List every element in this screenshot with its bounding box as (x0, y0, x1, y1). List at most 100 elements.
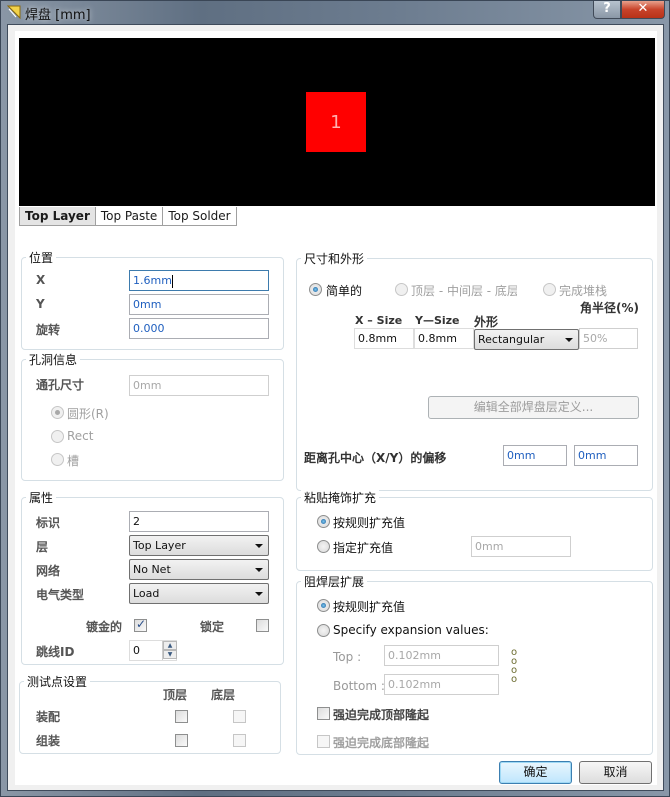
solder-rule-label: 按规则扩充值 (333, 600, 406, 614)
assy-bottom-checkbox[interactable] (233, 734, 246, 747)
paste-mask-title: 粘贴掩饰扩充 (301, 489, 380, 506)
force-top-tent-label: 强迫完成顶部隆起 (333, 708, 430, 722)
designator-input[interactable]: 2 (129, 511, 269, 532)
offset-y-input[interactable]: 0mm (574, 445, 638, 466)
locked-label: 锁定 (200, 620, 225, 634)
corner-radius-input[interactable]: 50% (579, 328, 638, 349)
title-bar[interactable]: 焊盘 [mm] ? ✕ (1, 1, 669, 23)
solder-top-input[interactable]: 0.102mm (384, 645, 499, 666)
close-button[interactable]: ✕ (621, 1, 665, 19)
solder-bottom-label: Bottom : (333, 679, 385, 693)
corner-radius-label: 角半径(%) (580, 301, 639, 315)
solder-bottom-input[interactable]: 0.102mm (384, 674, 499, 695)
ysize-input[interactable]: 0.8mm (414, 328, 474, 349)
force-top-tent-checkbox[interactable] (317, 707, 330, 720)
full-stack-radio[interactable] (543, 283, 556, 296)
fab-top-checkbox[interactable] (175, 710, 188, 723)
solder-top-label: Top : (333, 650, 362, 664)
hole-size-input[interactable]: 0mm (129, 375, 269, 396)
plated-checkbox[interactable] (134, 617, 147, 632)
net-label: 网络 (36, 564, 61, 578)
shape-header: 外形 (474, 315, 499, 329)
solder-specify-label: Specify expansion values: (333, 623, 489, 637)
paste-specify-radio[interactable] (317, 540, 330, 553)
ok-button[interactable]: 确定 (499, 761, 572, 784)
size-shape-title: 尺寸和外形 (301, 250, 368, 267)
jumper-id-spinner[interactable]: ▲ ▼ (162, 641, 177, 660)
paste-rule-label: 按规则扩充值 (333, 516, 406, 530)
edit-pad-layers-button[interactable]: 编辑全部焊盘层定义... (428, 396, 639, 419)
link-chain-icon[interactable]: oooo (509, 648, 519, 685)
hole-slot-radio[interactable] (51, 453, 64, 466)
force-bottom-tent-checkbox[interactable] (317, 735, 330, 748)
dialog-client: 1 Top Layer Top Paste Top Solder 位置 X 1.… (7, 24, 664, 791)
hole-offset-label: 距离孔中心（X/Y）的偏移 (304, 451, 447, 465)
solder-mask-group: 阻焊层扩展 按规则扩充值 Specify expansion values: T… (296, 573, 653, 755)
force-bottom-tent-label: 强迫完成底部隆起 (333, 736, 430, 750)
testpoint-fab-label: 装配 (36, 710, 61, 724)
assy-top-checkbox[interactable] (175, 734, 188, 747)
top-mid-bottom-label: 顶层 - 中间层 - 底层 (411, 284, 517, 298)
testpoint-bottom-header: 底层 (211, 688, 236, 702)
testpoint-assy-label: 组装 (36, 734, 61, 748)
paste-mask-group: 粘贴掩饰扩充 按规则扩充值 指定扩充值 0mm (296, 489, 653, 571)
hole-slot-label: 槽 (67, 454, 80, 468)
chevron-down-icon (255, 592, 263, 596)
tab-top-solder[interactable]: Top Solder (162, 207, 237, 226)
chevron-down-icon (565, 338, 573, 342)
hole-rect-label: Rect (67, 429, 94, 443)
plated-label: 镀金的 (86, 620, 123, 634)
pad-number: 1 (330, 111, 342, 133)
properties-group: 属性 标识 2 层 Top Layer 网络 No Net 电气类型 Load … (21, 489, 284, 665)
shape-select[interactable]: Rectangular (474, 329, 579, 350)
full-stack-label: 完成堆栈 (559, 284, 608, 298)
location-title: 位置 (26, 249, 57, 266)
hole-info-group: 孔洞信息 通孔尺寸 0mm 圆形(R) Rect 槽 (21, 351, 284, 481)
hole-round-label: 圆形(R) (67, 407, 109, 421)
fab-bottom-checkbox[interactable] (233, 710, 246, 723)
pad-dialog-window: 焊盘 [mm] ? ✕ 1 Top Layer Top Paste Top So… (0, 0, 670, 797)
layer-select[interactable]: Top Layer (129, 535, 269, 556)
designator-label: 标识 (36, 516, 61, 530)
solder-specify-radio[interactable] (317, 624, 330, 637)
properties-title: 属性 (26, 489, 57, 506)
x-label: X (36, 273, 46, 287)
electrical-type-label: 电气类型 (36, 588, 85, 602)
ysize-header: Y—Size (415, 314, 460, 327)
pad-shape: 1 (306, 92, 366, 152)
chevron-down-icon (255, 568, 263, 572)
net-select[interactable]: No Net (129, 559, 269, 580)
offset-x-input[interactable]: 0mm (503, 445, 567, 466)
spin-up-icon: ▲ (163, 641, 177, 650)
x-input[interactable]: 1.6mm (129, 270, 269, 291)
y-input[interactable]: 0mm (129, 294, 269, 315)
solder-mask-title: 阻焊层扩展 (301, 573, 368, 590)
testpoint-top-header: 顶层 (163, 688, 188, 702)
hole-size-label: 通孔尺寸 (36, 378, 85, 392)
hole-info-title: 孔洞信息 (26, 351, 81, 368)
top-mid-bottom-radio[interactable] (395, 283, 408, 296)
pad-preview: 1 (19, 38, 655, 206)
electrical-type-select[interactable]: Load (129, 583, 269, 604)
tab-top-paste[interactable]: Top Paste (94, 207, 164, 226)
paste-specify-input[interactable]: 0mm (471, 536, 571, 557)
paste-rule-radio[interactable] (317, 515, 330, 528)
simple-mode-label: 简单的 (326, 284, 363, 298)
location-group: 位置 X 1.6mm Y 0mm 旋转 0.000 (21, 249, 284, 350)
testpoint-group: 测试点设置 顶层 底层 装配 组装 (19, 673, 281, 754)
rotation-label: 旋转 (36, 323, 61, 337)
hole-round-radio[interactable] (51, 406, 64, 419)
rotation-input[interactable]: 0.000 (129, 318, 269, 339)
simple-mode-radio[interactable] (309, 283, 322, 296)
xsize-header: X – Size (355, 314, 403, 327)
size-shape-group: 尺寸和外形 简单的 顶层 - 中间层 - 底层 完成堆栈 角半径(%) X – … (296, 250, 653, 491)
window-title: 焊盘 [mm] (25, 8, 91, 23)
hole-rect-radio[interactable] (51, 430, 64, 443)
tab-top-layer[interactable]: Top Layer (19, 207, 96, 226)
xsize-input[interactable]: 0.8mm (354, 328, 414, 349)
help-button[interactable]: ? (593, 1, 621, 19)
cancel-button[interactable]: 取消 (579, 761, 652, 784)
layer-label: 层 (36, 540, 49, 554)
locked-checkbox[interactable] (256, 619, 269, 632)
solder-rule-radio[interactable] (317, 599, 330, 612)
